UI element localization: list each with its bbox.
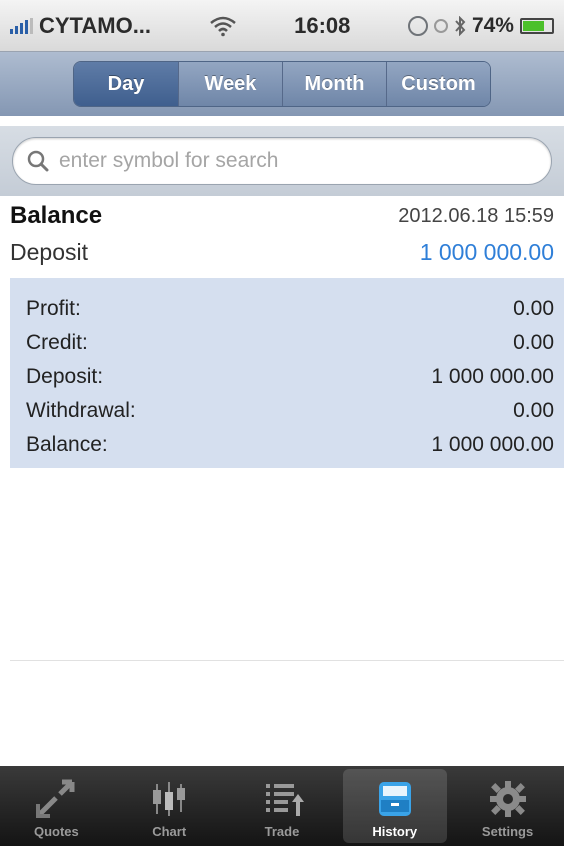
summary-row: Deposit: 1 000 000.00 (26, 360, 554, 394)
tab-label: Chart (152, 824, 187, 839)
tab-quotes[interactable]: Quotes (4, 769, 108, 843)
tab-label: Settings (481, 824, 534, 839)
quotes-icon (36, 779, 75, 818)
carrier-name: CYTAMO... (39, 12, 152, 38)
tab-label: History (372, 824, 418, 839)
wifi-icon (209, 16, 236, 36)
tab-label: Trade (264, 824, 300, 839)
status-left: CYTAMO... (10, 13, 151, 39)
summary-value: 0.00 (513, 331, 554, 354)
battery-icon (519, 17, 554, 34)
location-icon (433, 18, 448, 33)
entry-amount: 1 000 000.00 (419, 238, 554, 265)
segment-month[interactable]: Month (282, 62, 386, 106)
summary-value: 1 000 000.00 (431, 433, 554, 456)
divider (10, 660, 564, 661)
summary-label: Withdrawal: (26, 399, 136, 422)
summary-value: 0.00 (513, 399, 554, 422)
tab-chart[interactable]: Chart (117, 769, 221, 843)
status-time: 16:08 (294, 12, 351, 38)
summary-row: Credit: 0.00 (26, 326, 554, 360)
entry-date: 2012.06.18 15:59 (398, 204, 554, 227)
segment-custom[interactable]: Custom (386, 62, 490, 106)
signal-icon (10, 17, 33, 34)
history-entry[interactable]: Balance 2012.06.18 15:59 Deposit 1 000 0… (0, 198, 564, 270)
summary-label: Credit: (26, 331, 88, 354)
entry-detail-row: Deposit 1 000 000.00 (0, 234, 564, 270)
trade-icon (265, 784, 304, 816)
chart-icon (153, 782, 186, 816)
status-right: 74% (407, 13, 554, 38)
summary-row: Withdrawal: 0.00 (26, 394, 554, 428)
entry-title: Balance (10, 202, 103, 229)
summary-row: Profit: 0.00 (26, 292, 554, 326)
summary-label: Deposit: (26, 365, 104, 388)
tab-bar: Quotes Chart Trade History Settings (0, 766, 564, 846)
tab-settings[interactable]: Settings (456, 769, 560, 843)
segment-week[interactable]: Week (178, 62, 282, 106)
segment-day[interactable]: Day (74, 62, 178, 106)
status-bar: CYTAMO... 16:08 74% (0, 0, 564, 52)
period-segmented-control: Day Week Month Custom (73, 61, 491, 107)
search-field[interactable] (12, 137, 552, 185)
summary-value: 0.00 (513, 297, 554, 320)
tab-trade[interactable]: Trade (230, 769, 334, 843)
battery-percent: 74% (471, 13, 514, 37)
search-input[interactable] (59, 149, 537, 173)
summary-value: 1 000 000.00 (431, 365, 554, 388)
gear-icon (489, 781, 526, 817)
battery-fill (522, 20, 544, 31)
bluetooth-icon (455, 15, 466, 36)
lock-rotation-icon (407, 15, 428, 36)
summary-row: Balance: 1 000 000.00 (26, 428, 554, 462)
history-icon (378, 782, 411, 816)
entry-type: Deposit (10, 238, 88, 265)
summary-panel: Profit: 0.00 Credit: 0.00 Deposit: 1 000 000.… (10, 278, 564, 468)
entry-header-row: Balance 2012.06.18 15:59 (0, 198, 564, 234)
summary-label: Profit: (26, 297, 81, 320)
tab-label: Quotes (33, 824, 79, 839)
tab-history[interactable]: History (342, 769, 447, 843)
period-header: Day Week Month Custom (0, 52, 564, 116)
search-bar (0, 126, 564, 196)
search-icon (27, 150, 49, 172)
summary-label: Balance: (26, 433, 108, 456)
